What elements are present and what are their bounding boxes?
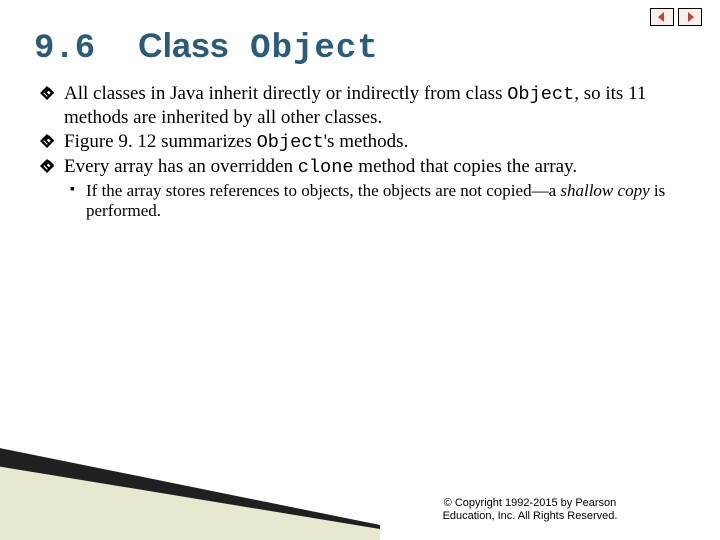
slide-body: All classes in Java inherit directly or … <box>34 82 686 222</box>
sub-list-item: If the array stores references to object… <box>64 181 686 222</box>
italic-text: shallow copy <box>560 181 649 200</box>
list-item: All classes in Java inherit directly or … <box>34 82 686 129</box>
title-code: Object <box>250 30 378 68</box>
sub-bullet-text: If the array stores references to object… <box>86 181 560 200</box>
arrow-right-icon <box>684 11 696 23</box>
bullet-icon <box>40 159 54 173</box>
next-button[interactable] <box>678 8 702 26</box>
bullet-text: method that copies the array. <box>354 156 578 177</box>
arrow-left-icon <box>656 11 668 23</box>
slide-title: 9.6 Class Object <box>34 28 686 68</box>
bullet-text: Every array has an overridden <box>64 156 298 177</box>
code-text: Object <box>257 131 324 153</box>
bullet-text: Figure 9. 12 summarizes <box>64 131 257 152</box>
footer-line: Education, Inc. All Rights Reserved. <box>380 510 680 524</box>
code-text: clone <box>298 156 354 178</box>
bullet-icon <box>40 134 54 148</box>
title-number: 9.6 <box>34 30 95 68</box>
list-item: Every array has an overridden clone meth… <box>34 155 686 222</box>
bullet-text: All classes in Java inherit directly or … <box>64 83 507 104</box>
bullet-icon <box>40 86 54 100</box>
decorative-wedge-icon <box>0 430 380 540</box>
footer-line: © Copyright 1992-2015 by Pearson <box>380 497 680 511</box>
sub-bullet-list: If the array stores references to object… <box>64 181 686 222</box>
copyright-footer: © Copyright 1992-2015 by Pearson Educati… <box>380 497 680 525</box>
title-word-class: Class <box>138 27 229 65</box>
bullet-text: 's methods. <box>324 131 409 152</box>
nav-buttons <box>650 8 702 26</box>
slide: 9.6 Class Object All classes in Java inh… <box>0 0 720 540</box>
code-text: Object <box>507 83 574 105</box>
list-item: Figure 9. 12 summarizes Object's methods… <box>34 130 686 154</box>
prev-button[interactable] <box>650 8 674 26</box>
bullet-list: All classes in Java inherit directly or … <box>34 82 686 222</box>
